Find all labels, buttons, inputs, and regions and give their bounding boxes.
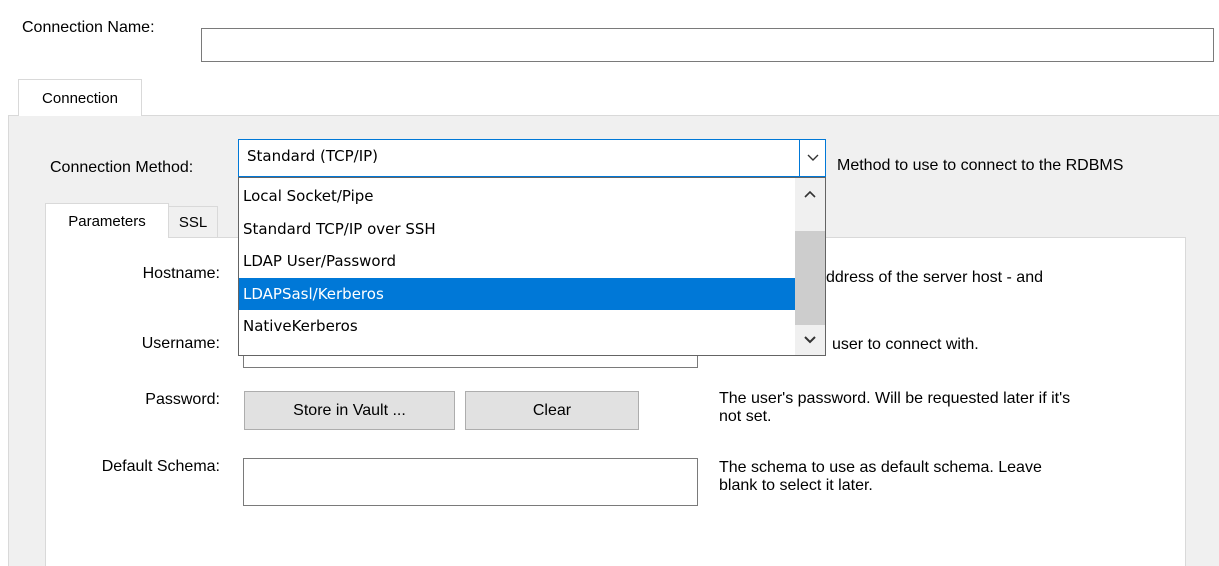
connection-name-label: Connection Name: (22, 19, 155, 36)
default-schema-description-line1: The schema to use as default schema. Lea… (719, 459, 1042, 476)
password-label: Password: (145, 391, 220, 408)
default-schema-input[interactable] (243, 458, 698, 506)
default-schema-label: Default Schema: (101, 458, 220, 475)
chevron-up-icon (804, 190, 816, 198)
dropdown-option-label: Local Socket/Pipe (243, 187, 374, 205)
default-schema-description-line2: blank to select it later. (719, 477, 873, 494)
tab-connection-label: Connection (42, 89, 118, 107)
hostname-label: Hostname: (142, 265, 220, 282)
dropdown-option[interactable]: NativeKerberos (239, 310, 795, 342)
dropdown-option[interactable]: LDAP User/Password (239, 245, 795, 277)
tab-connection[interactable]: Connection (18, 79, 142, 116)
tab-ssl[interactable]: SSL (168, 206, 218, 238)
dropdown-option[interactable]: Local Socket/Pipe (239, 180, 795, 212)
dropdown-option-label: LDAP User/Password (243, 252, 397, 271)
password-description: The user's password. Will be requested l… (719, 390, 1070, 426)
dropdown-arrow-button[interactable] (799, 140, 825, 176)
hostname-description: ddress of the server host - and (826, 269, 1043, 286)
dropdown-option[interactable]: Standard TCP/IP over SSH (239, 213, 795, 245)
dropdown-scrollbar[interactable] (795, 178, 825, 355)
clear-password-button[interactable]: Clear (465, 391, 639, 430)
connection-method-label: Connection Method: (50, 159, 194, 176)
store-in-vault-button[interactable]: Store in Vault ... (244, 391, 455, 430)
scroll-up-button[interactable] (795, 178, 825, 210)
password-description-line1: The user's password. Will be requested l… (719, 390, 1071, 407)
connection-method-select[interactable]: Standard (TCP/IP) (238, 139, 826, 177)
scroll-down-button[interactable] (795, 325, 825, 355)
username-description: user to connect with. (832, 336, 979, 353)
password-description-line2: not set. (719, 408, 772, 425)
dropdown-option-label: LDAPSasl/Kerberos (243, 284, 384, 303)
dropdown-option-label: Standard TCP/IP over SSH (243, 219, 436, 238)
dropdown-option[interactable]: LDAPSasl/Kerberos (239, 277, 795, 310)
chevron-down-icon (807, 154, 818, 161)
dropdown-options: Local Socket/Pipe Standard TCP/IP over SS… (239, 180, 795, 355)
username-label: Username: (141, 335, 220, 352)
tab-ssl-label: SSL (178, 214, 208, 231)
scroll-thumb[interactable] (795, 231, 825, 325)
chevron-down-icon (804, 336, 816, 344)
tab-parameters-label: Parameters (68, 212, 146, 230)
default-schema-description: The schema to use as default schema. Lea… (719, 459, 1042, 495)
dropdown-option-label: NativeKerberos (243, 317, 358, 336)
tab-parameters[interactable]: Parameters (45, 203, 169, 238)
connection-method-dropdown-list[interactable]: Local Socket/Pipe Standard TCP/IP over SS… (238, 177, 826, 356)
connection-name-input[interactable] (201, 28, 1214, 62)
connection-method-description: Method to use to connect to the RDBMS (837, 157, 1124, 174)
connection-method-value: Standard (TCP/IP) (247, 147, 379, 165)
